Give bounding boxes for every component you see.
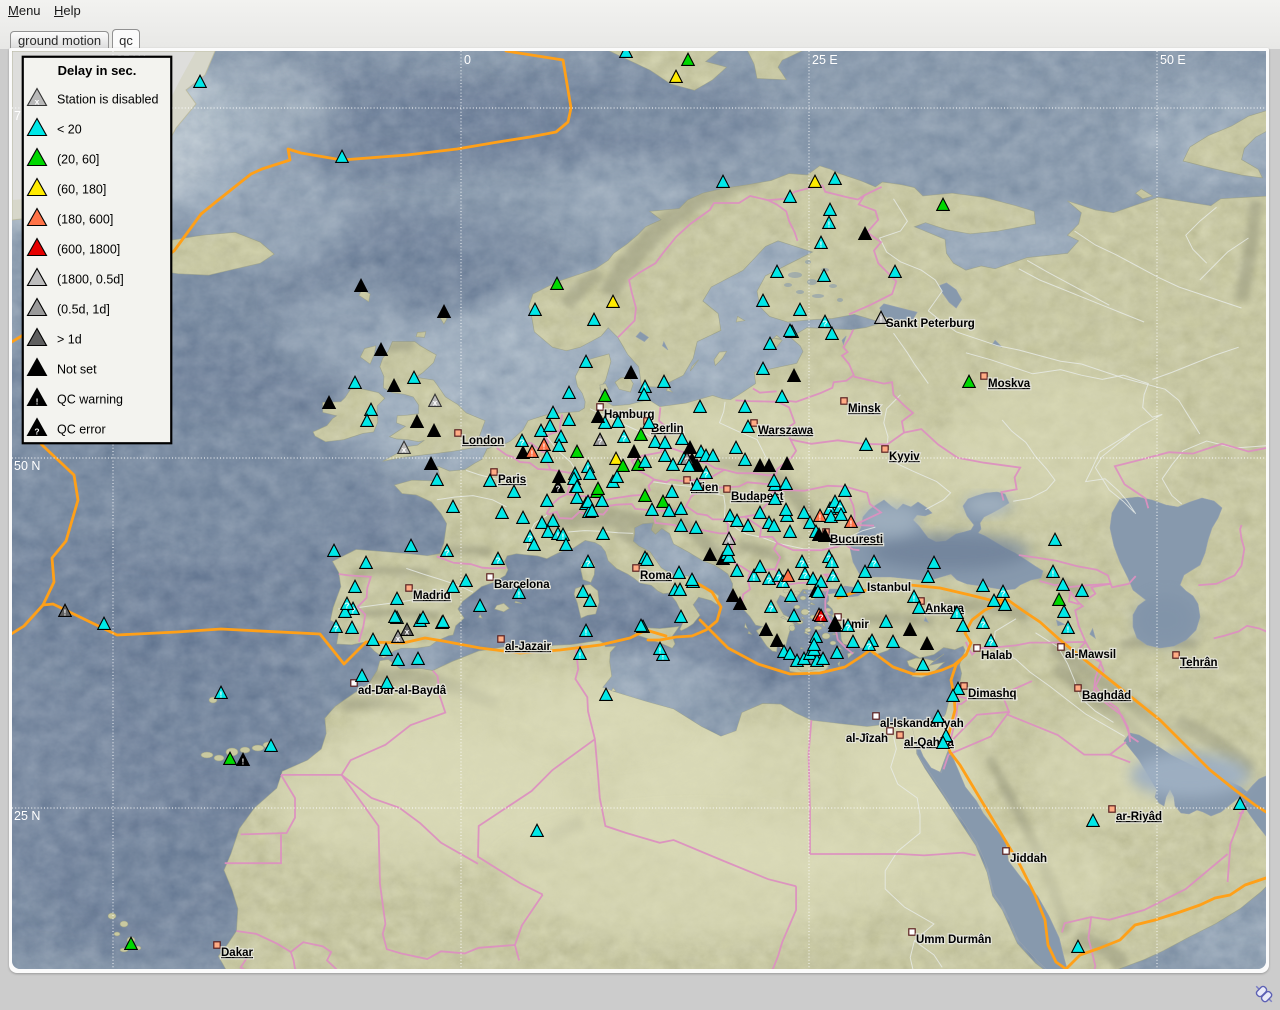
svg-text:!: ! [831, 560, 834, 569]
svg-text:!: ! [1052, 570, 1055, 579]
svg-text:?: ? [872, 560, 877, 569]
svg-text:!: ! [64, 609, 67, 618]
svg-text:!: ! [36, 397, 39, 407]
svg-text:!: ! [850, 520, 853, 529]
svg-text:(180, 600]: (180, 600] [57, 213, 113, 227]
svg-text:!: ! [880, 316, 883, 325]
svg-text:?: ? [867, 643, 872, 652]
svg-text:!: ! [585, 629, 588, 638]
svg-text:50 N: 50 N [14, 459, 40, 473]
svg-text:QC warning: QC warning [57, 393, 123, 407]
svg-text:50 E: 50 E [1160, 53, 1186, 67]
svg-text:!: ! [828, 221, 831, 230]
svg-text:?: ? [767, 577, 772, 586]
svg-text:!: ! [659, 647, 662, 656]
svg-text:?: ? [823, 320, 828, 329]
svg-text:Kyyiv: Kyyiv [889, 451, 920, 463]
svg-text:!: ! [819, 514, 822, 523]
svg-text:?: ? [1001, 590, 1006, 599]
svg-text:?: ? [819, 614, 824, 623]
svg-text:!: ! [562, 533, 565, 542]
svg-text:Not set: Not set [57, 363, 97, 377]
svg-text:?: ? [496, 557, 501, 566]
svg-text:0: 0 [464, 53, 471, 67]
svg-text:(600, 1800]: (600, 1800] [57, 243, 120, 257]
svg-text:Berlin: Berlin [651, 423, 684, 435]
svg-text:Umm Durmân: Umm Durmân [916, 934, 991, 946]
svg-text:25 N: 25 N [14, 809, 40, 823]
svg-text:?: ? [622, 435, 627, 444]
svg-text:!: ! [913, 595, 916, 604]
svg-text:> 1d: > 1d [57, 333, 82, 347]
svg-text:25 E: 25 E [812, 53, 838, 67]
svg-text:x: x [433, 399, 438, 408]
svg-text:Madrid: Madrid [413, 590, 451, 602]
svg-text:Moskva: Moskva [988, 378, 1031, 390]
svg-text:?: ? [334, 625, 339, 634]
svg-text:?: ? [34, 427, 39, 437]
svg-text:?: ? [981, 621, 986, 630]
svg-text:?: ? [445, 549, 450, 558]
svg-text:x: x [405, 628, 410, 637]
svg-text:?: ? [598, 438, 603, 447]
svg-text:x: x [35, 97, 40, 107]
svg-text:(1800, 0.5d]: (1800, 0.5d] [57, 273, 124, 287]
svg-text:al-Jîzah: al-Jîzah [846, 733, 888, 745]
svg-text:!: ! [579, 652, 582, 661]
svg-text:?: ? [586, 560, 591, 569]
svg-text:x: x [402, 446, 407, 455]
svg-text:< 20: < 20 [57, 123, 82, 137]
svg-text:Dimashq: Dimashq [968, 688, 1017, 700]
svg-text:?: ? [556, 485, 561, 494]
svg-text:?: ? [846, 624, 851, 633]
svg-text:Halab: Halab [981, 650, 1012, 662]
svg-text:ad-Dar-al-Baydâ: ad-Dar-al-Baydâ [358, 685, 447, 697]
svg-text:(60, 180]: (60, 180] [57, 183, 106, 197]
svg-text:Baghdâd: Baghdâd [1082, 690, 1131, 702]
svg-text:Tehrân: Tehrân [1180, 657, 1218, 669]
svg-text:!: ! [242, 758, 245, 767]
svg-text:Paris: Paris [498, 474, 526, 486]
svg-text:Delay in sec.: Delay in sec. [58, 63, 137, 78]
svg-text:!: ! [956, 611, 959, 620]
svg-text:al-Mawsil: al-Mawsil [1065, 649, 1116, 661]
svg-text:ar-Riyâd: ar-Riyâd [1116, 811, 1162, 823]
svg-text:Minsk: Minsk [848, 403, 881, 415]
svg-text:?: ? [989, 639, 994, 648]
svg-text:QC error: QC error [57, 423, 106, 437]
svg-text:Jiddah: Jiddah [1010, 853, 1047, 865]
svg-text:Station is disabled: Station is disabled [57, 93, 159, 107]
svg-text:(20, 60]: (20, 60] [57, 153, 99, 167]
svg-text:?: ? [520, 439, 525, 448]
svg-text:Barcelona: Barcelona [494, 579, 550, 591]
svg-text:?: ? [831, 574, 836, 583]
svg-text:(0.5d, 1d]: (0.5d, 1d] [57, 303, 110, 317]
svg-text:Istanbul: Istanbul [867, 582, 911, 594]
svg-text:?: ? [803, 572, 808, 581]
svg-text:!: ! [543, 443, 546, 452]
svg-text:Dakar: Dakar [221, 947, 253, 959]
svg-text:Sankt Peterburg: Sankt Peterburg [886, 318, 975, 330]
svg-text:?: ? [769, 605, 774, 614]
svg-text:Bucuresti: Bucuresti [830, 534, 883, 546]
svg-text:?: ? [800, 560, 805, 569]
svg-text:?: ? [704, 471, 709, 480]
svg-text:Warszawa: Warszawa [758, 425, 814, 437]
svg-text:London: London [462, 435, 504, 447]
svg-text:?: ? [345, 602, 350, 611]
svg-text:!: ! [220, 691, 223, 700]
svg-text:!: ! [518, 591, 521, 600]
svg-text:Roma: Roma [640, 570, 673, 582]
svg-text:!: ! [753, 574, 756, 583]
svg-text:al-Jazair: al-Jazair [505, 641, 552, 653]
svg-text:!: ! [1067, 626, 1070, 635]
svg-text:!: ! [820, 241, 823, 250]
svg-text:!: ! [531, 450, 534, 459]
